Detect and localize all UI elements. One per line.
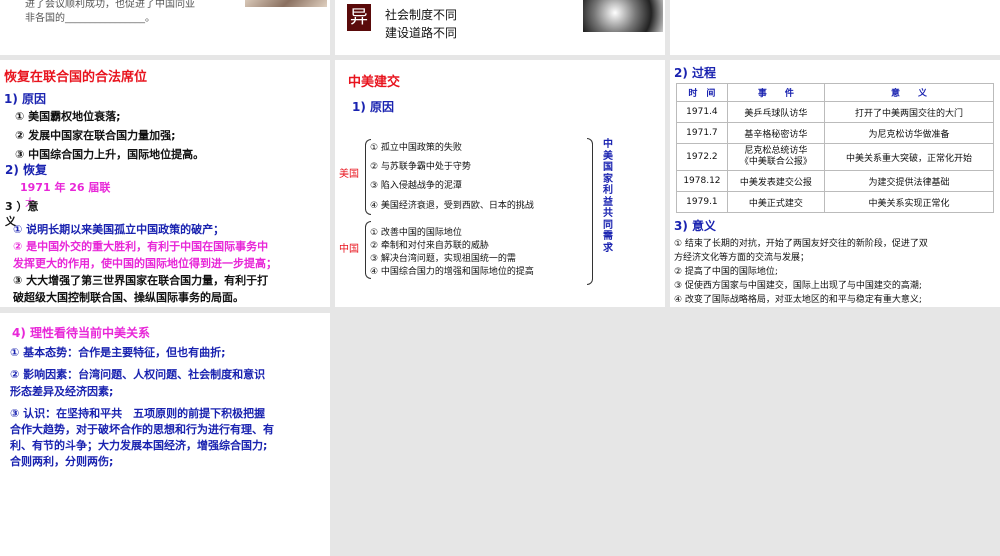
heading: 2) 恢复 xyxy=(5,163,48,177)
slide-image xyxy=(245,0,327,7)
cell: 中美关系实现正常化 xyxy=(823,191,995,213)
slide-thumbnail-1[interactable]: 进了会议顺利成功，也促进了中国同亚 非各国的________________。 xyxy=(0,0,330,55)
label: 美国 xyxy=(339,169,359,180)
side-label: 中美国家利益共同需求 xyxy=(603,139,613,254)
cell: 尼克松总统访华 《中美联合公报》 xyxy=(726,143,825,171)
cell: 1978.12 xyxy=(676,170,728,192)
slide-title: 恢复在联合国的合法席位 xyxy=(4,70,148,85)
cell: 基辛格秘密访华 xyxy=(726,122,825,144)
list-item: ② 与苏联争霸中处于守势 xyxy=(370,162,471,172)
badge: 异 xyxy=(347,4,371,31)
text-line: 非各国的________________。 xyxy=(25,13,155,24)
heading: 1) 原因 xyxy=(4,92,47,106)
cell: 打开了中美两国交往的大门 xyxy=(823,101,995,123)
list-item: ② 影响因素：台湾问题、人权问题、社会制度和意识 xyxy=(10,368,266,381)
list-item: ④ 中国综合国力的增强和国际地位的提高 xyxy=(370,267,534,277)
heading: 3) 意义 xyxy=(674,219,717,233)
list-item: ① 美国霸权地位衰落; xyxy=(15,110,121,123)
table-row: 1978.12 中美发表建交公报 为建交提供法律基础 xyxy=(676,170,995,192)
list-item: ③ 解决台湾问题，实现祖国统一的需 xyxy=(370,254,516,264)
list-item: 方经济文化等方面的交流与发展； xyxy=(674,253,810,263)
column-header: 事 件 xyxy=(726,83,825,102)
list-item: ③ 大大增强了第三世界国家在联合国力量，有利于打 xyxy=(13,274,269,287)
list-item: ② 提高了中国的国际地位; xyxy=(674,267,778,277)
cell: 为尼克松访华做准备 xyxy=(823,122,995,144)
list-item: ④ 改变了国际战略格局，对亚太地区的和平与稳定有重大意义; xyxy=(674,295,922,305)
brace xyxy=(587,138,593,285)
list-item: ③ 认识：在坚持和平共 五项原则的前提下积极把握 xyxy=(10,407,266,420)
list-item: ③ 中国综合国力上升，国际地位提高。 xyxy=(15,148,205,161)
slide-title: 4) 理性看待当前中美关系 xyxy=(12,326,151,340)
column-header: 意 义 xyxy=(823,83,995,102)
list-item: ③ 促使西方国家与中国建交，国际上出现了与中国建交的高潮; xyxy=(674,281,922,291)
slide-thumbnail-7[interactable]: 4) 理性看待当前中美关系 ① 基本态势：合作是主要特征，但也有曲折; ② 影响… xyxy=(0,313,330,556)
list-item: ② 牵制和对付来自苏联的威胁 xyxy=(370,241,489,251)
cell: 1971.4 xyxy=(676,101,728,123)
table-row: 1979.1 中美正式建交 中美关系实现正常化 xyxy=(676,191,995,213)
list-item: ① 基本态势：合作是主要特征，但也有曲折; xyxy=(10,346,226,359)
slide-thumbnail-4[interactable]: 恢复在联合国的合法席位 1) 原因 ① 美国霸权地位衰落; ② 发展中国家在联合… xyxy=(0,60,330,307)
list-item: ① 说明长期以来美国孤立中国政策的破产； xyxy=(13,223,225,236)
cell: 为建交提供法律基础 xyxy=(823,170,995,192)
list-item: ① 改善中国的国际地位 xyxy=(370,228,462,238)
list-item: ④ 美国经济衰退，受到西欧、日本的挑战 xyxy=(370,201,534,211)
column-header: 时 间 xyxy=(676,83,728,102)
list-item: 合作大趋势，对于破坏合作的思想和行为进行有理、有 xyxy=(10,423,274,436)
table-row: 1971.7 基辛格秘密访华 为尼克松访华做准备 xyxy=(676,122,995,144)
heading: 2) 过程 xyxy=(674,66,717,80)
list-item: ③ 陷入侵越战争的泥潭 xyxy=(370,181,462,191)
label: 中国 xyxy=(339,244,359,255)
cell: 中美关系重大突破，正常化开始 xyxy=(823,143,995,171)
text-line: 建设道路不同 xyxy=(385,26,458,40)
list-item: 形态差异及经济因素; xyxy=(10,385,114,398)
table-row: 1972.2 尼克松总统访华 《中美联合公报》 中美关系重大突破，正常化开始 xyxy=(676,143,995,171)
text: 1971 年 26 届联 xyxy=(20,181,111,194)
list-item: ② 是中国外交的重大胜利，有利于中国在国际事务中 xyxy=(13,240,269,253)
list-item: ① 结束了长期的对抗，开始了两国友好交往的新阶段，促进了双 xyxy=(674,239,928,249)
list-item: ① 孤立中国政策的失败 xyxy=(370,143,462,153)
list-item: 发挥更大的作用，使中国的国际地位得到进一步提高； xyxy=(13,257,277,270)
list-item: ② 发展中国家在联合国力量加强; xyxy=(15,129,176,142)
slide-title: 中美建交 xyxy=(348,75,401,90)
heading: 1) 原因 xyxy=(352,100,395,114)
list-item: 破超级大国控制联合国、操纵国际事务的局面。 xyxy=(13,291,244,304)
slide-image xyxy=(583,0,663,32)
slide-thumbnail-2[interactable]: 异 社会制度不同 建设道路不同 xyxy=(335,0,665,55)
cell: 1972.2 xyxy=(676,143,728,171)
cell: 1971.7 xyxy=(676,122,728,144)
cell: 1979.1 xyxy=(676,191,728,213)
slide-thumbnail-6[interactable]: 2) 过程 时 间事 件意 义 1971.4 美乒乓球队访华 打开了中美两国交往的大… xyxy=(670,60,1000,307)
cell: 中美发表建交公报 xyxy=(726,170,825,192)
cell: 中美正式建交 xyxy=(726,191,825,213)
heading: 3 ）意 xyxy=(5,200,39,213)
table-row: 1971.4 美乒乓球队访华 打开了中美两国交往的大门 xyxy=(676,101,995,123)
text-line: 社会制度不同 xyxy=(385,8,458,22)
process-table: 时 间事 件意 义 1971.4 美乒乓球队访华 打开了中美两国交往的大门 1971… xyxy=(676,83,995,213)
slide-thumbnail-5[interactable]: 中美建交 1) 原因 美国 ① 孤立中国政策的失败 ② 与苏联争霸中处于守势 ③… xyxy=(335,60,665,307)
list-item: 合则两利，分则两伤; xyxy=(10,455,114,468)
slide-thumbnail-3[interactable] xyxy=(670,0,1000,55)
cell: 美乒乓球队访华 xyxy=(726,101,825,123)
list-item: 利、有节的斗争；大力发展本国经济，增强综合国力; xyxy=(10,439,268,452)
